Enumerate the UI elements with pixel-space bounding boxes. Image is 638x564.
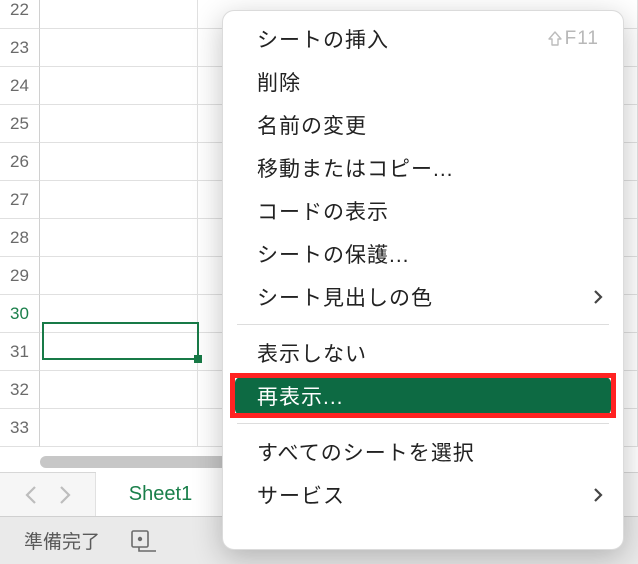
menu-separator xyxy=(237,423,609,424)
cell[interactable] xyxy=(40,105,198,143)
row-header[interactable]: 33 xyxy=(0,409,40,447)
row-header[interactable]: 32 xyxy=(0,371,40,409)
shift-icon xyxy=(547,31,563,47)
sheet-tab-label: Sheet1 xyxy=(129,483,192,506)
menu-item-label: 移動またはコピー... xyxy=(257,153,454,183)
menu-insert-sheet[interactable]: シートの挿入 F11 xyxy=(223,17,623,60)
row-header[interactable]: 22 xyxy=(0,0,40,29)
menu-select-all-sheets[interactable]: すべてのシートを選択 xyxy=(223,430,623,473)
menu-delete-sheet[interactable]: 削除 xyxy=(223,60,623,103)
menu-rename-sheet[interactable]: 名前の変更 xyxy=(223,103,623,146)
prev-sheet-button[interactable] xyxy=(19,483,43,507)
cell[interactable] xyxy=(40,371,198,409)
scrollbar-thumb[interactable] xyxy=(40,456,230,468)
shortcut-hint: F11 xyxy=(547,28,599,50)
cell[interactable] xyxy=(40,181,198,219)
menu-item-label: 削除 xyxy=(257,67,301,97)
next-sheet-button[interactable] xyxy=(53,483,77,507)
chevron-right-icon xyxy=(593,289,603,305)
menu-item-label: サービス xyxy=(257,480,345,510)
menu-separator xyxy=(237,324,609,325)
menu-item-label: コードの表示 xyxy=(257,196,389,226)
row-header[interactable]: 24 xyxy=(0,67,40,105)
chevron-right-icon xyxy=(593,487,603,503)
cell[interactable] xyxy=(40,219,198,257)
menu-services[interactable]: サービス xyxy=(223,473,623,516)
shortcut-text: F11 xyxy=(565,28,599,50)
row-header[interactable]: 28 xyxy=(0,219,40,257)
menu-item-label: シートの保護... xyxy=(257,239,410,269)
status-text: 準備完了 xyxy=(24,527,100,554)
cell[interactable] xyxy=(40,295,198,333)
row-header[interactable]: 26 xyxy=(0,143,40,181)
row-header[interactable]: 25 xyxy=(0,105,40,143)
cell[interactable] xyxy=(40,257,198,295)
row-header[interactable]: 27 xyxy=(0,181,40,219)
menu-hide-sheet[interactable]: 表示しない xyxy=(223,331,623,374)
menu-move-or-copy[interactable]: 移動またはコピー... xyxy=(223,146,623,189)
menu-item-label: 再表示... xyxy=(257,381,344,411)
menu-item-label: シートの挿入 xyxy=(257,24,389,54)
menu-item-label: 表示しない xyxy=(257,338,367,368)
sheet-tab-active[interactable]: Sheet1 xyxy=(96,472,226,516)
menu-item-label: シート見出しの色 xyxy=(257,282,433,312)
menu-item-label: 名前の変更 xyxy=(257,110,367,140)
row-header[interactable]: 30 xyxy=(0,295,40,333)
macro-record-icon[interactable] xyxy=(130,527,158,555)
row-header[interactable]: 29 xyxy=(0,257,40,295)
menu-protect-sheet[interactable]: シートの保護... xyxy=(223,232,623,275)
cell[interactable] xyxy=(40,0,198,29)
cell[interactable] xyxy=(40,67,198,105)
cell[interactable] xyxy=(40,409,198,447)
sheet-context-menu: シートの挿入 F11 削除 名前の変更 移動またはコピー... コードの表示 シ… xyxy=(222,10,624,550)
cell[interactable] xyxy=(40,333,198,371)
row-header[interactable]: 23 xyxy=(0,29,40,67)
cell[interactable] xyxy=(40,29,198,67)
menu-view-code[interactable]: コードの表示 xyxy=(223,189,623,232)
menu-unhide-sheet[interactable]: 再表示... xyxy=(223,374,623,417)
cell[interactable] xyxy=(40,143,198,181)
row-header[interactable]: 31 xyxy=(0,333,40,371)
menu-tab-color[interactable]: シート見出しの色 xyxy=(223,275,623,318)
sheet-nav-arrows xyxy=(0,473,96,516)
menu-item-label: すべてのシートを選択 xyxy=(257,437,475,467)
